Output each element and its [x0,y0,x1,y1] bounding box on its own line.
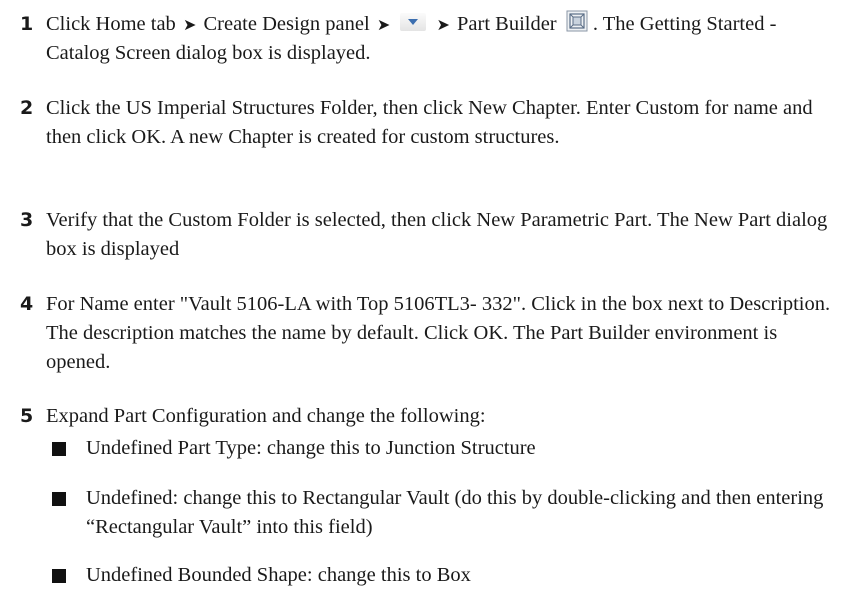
bullet-text: Undefined Part Type: change this to Junc… [86,437,536,459]
right-arrowhead-icon: ➤ [436,15,450,34]
step-text-part: Part Builder [457,13,557,35]
step-number: 2 [20,97,34,119]
step-text: For Name enter "Vault 5106-LA with Top 5… [46,293,831,373]
instruction-page: 1 Click Home tab ➤ Create Design panel ➤… [0,0,853,589]
right-arrowhead-icon: ➤ [376,15,391,34]
right-arrowhead-icon: ➤ [182,15,197,34]
step-text-part: Create Design panel [203,13,370,35]
step-text: Click Home tab ➤ Create Design panel ➤ ➤… [46,10,845,68]
bullet-square-icon [52,442,66,456]
bullet-text: Undefined: change this to Rectangular Va… [86,487,824,538]
step-text-part: Click Home tab [46,13,176,35]
step-number: 4 [20,293,34,315]
bullet-square-icon [52,492,66,506]
part-builder-icon [566,10,588,32]
step-text: Expand Part Configuration and change the… [46,405,486,427]
bullet-text: Undefined Bounded Shape: change this to … [86,564,471,586]
step-text: Verify that the Custom Folder is selecte… [46,209,828,260]
step-number: 5 [20,405,34,427]
step-text: Click the US Imperial Structures Folder,… [46,97,813,148]
step-number: 1 [20,13,34,35]
dropdown-arrow-icon [400,13,427,31]
step-number: 3 [20,209,34,231]
bullet-square-icon [52,569,66,583]
